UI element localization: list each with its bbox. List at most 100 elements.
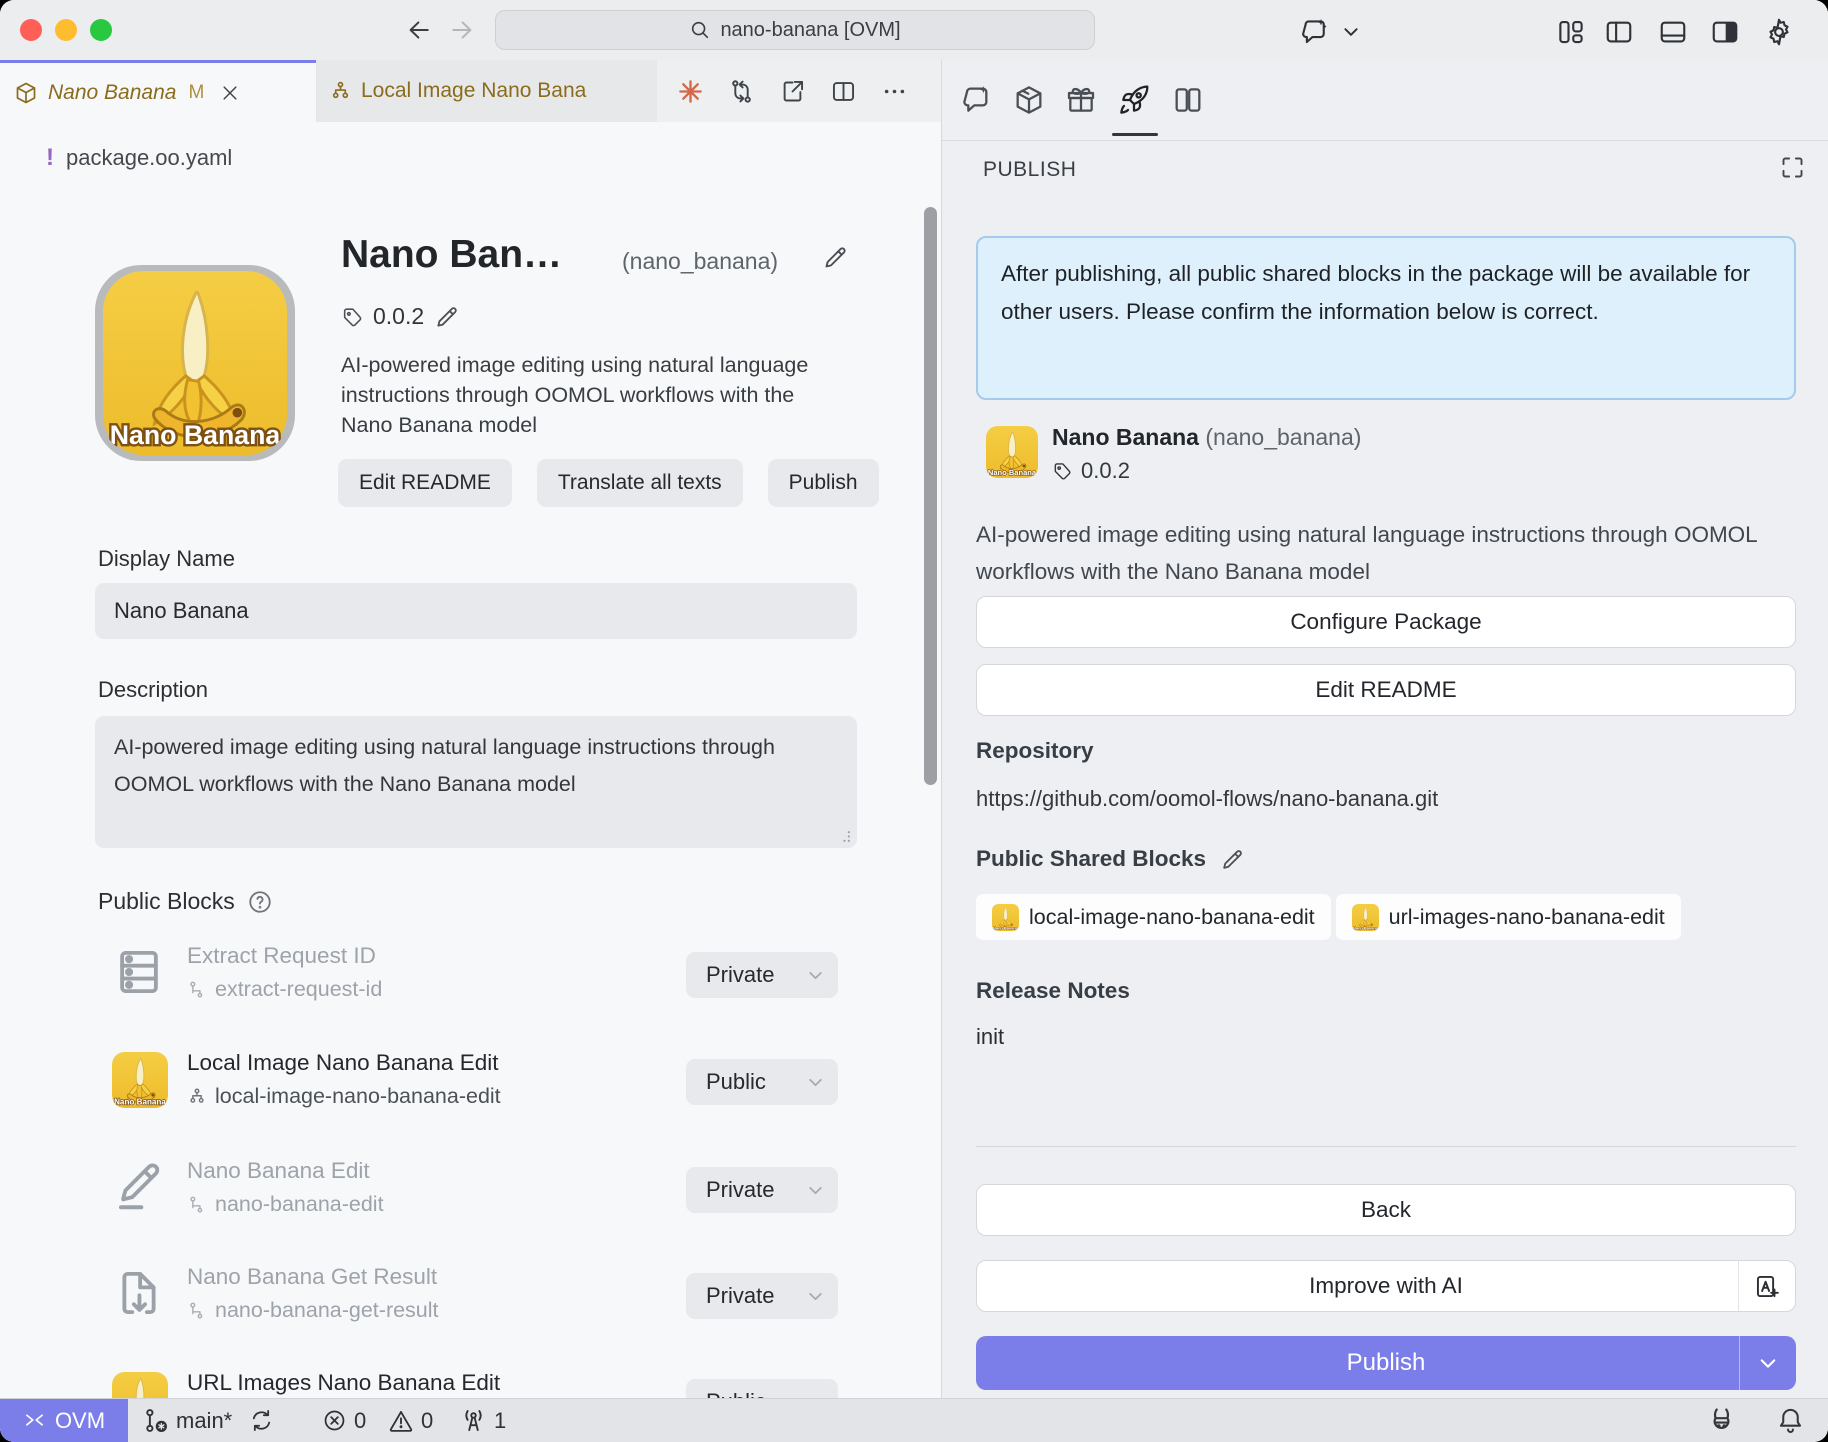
visibility-dropdown[interactable]: Private [686,1273,838,1319]
package-title: Nano Ban… [341,233,562,277]
forward-arrow-icon[interactable] [448,16,476,44]
shared-block-chip[interactable]: url-images-nano-banana-edit [1336,894,1681,940]
flow-icon [329,80,352,103]
divider [976,1146,1796,1147]
release-notes-value[interactable]: init [976,1024,1004,1050]
warning-triangle-icon [388,1408,414,1434]
search-value: nano-banana [OVM] [720,19,900,42]
publish-dropdown-chevron[interactable] [1739,1336,1796,1390]
improve-ai-icon[interactable] [1738,1261,1795,1311]
visibility-dropdown[interactable]: Private [686,1167,838,1213]
description-textarea[interactable]: AI-powered image editing using natural l… [95,716,857,848]
visibility-dropdown[interactable]: Private [686,952,838,998]
shared-block-chip[interactable]: local-image-nano-banana-edit [976,894,1331,940]
vertical-scrollbar[interactable] [924,207,937,785]
pencil-edit-icon [112,1160,168,1216]
block-row: Nano Banana Get Result nano-banana-get-r… [0,1266,941,1356]
improve-with-ai-button[interactable]: Improve with AI [976,1260,1796,1312]
titlebar: nano-banana [OVM] [0,0,1828,60]
ports-item[interactable]: 1 [460,1399,506,1442]
split-editor-icon[interactable] [830,78,857,105]
panel-title: PUBLISH [983,158,1076,182]
zoom-window-button[interactable] [90,19,112,41]
description-label: Description [98,677,208,703]
broadcast-tower-icon [460,1407,487,1434]
tag-icon [1052,461,1072,481]
flow-icon [187,1087,207,1107]
flow-icon [187,1195,207,1215]
chevron-down-icon [807,1076,824,1089]
edit-shared-blocks-icon[interactable] [1220,847,1245,872]
panel-bottom-icon[interactable] [1658,17,1688,47]
help-icon[interactable] [247,889,273,915]
package-version: 0.0.2 [1081,458,1130,484]
block-row: Local Image Nano Banana Edit local-image… [0,1052,941,1142]
breadcrumb[interactable]: ! package.oo.yaml [46,136,232,180]
release-notes-label: Release Notes [976,978,1130,1004]
package-editor-panel: ! package.oo.yaml Nano Ban… (nano_banana… [0,122,941,1398]
rocket-tab-icon[interactable] [1118,84,1150,116]
close-window-button[interactable] [20,19,42,41]
chevron-down-icon[interactable] [1342,25,1360,39]
branch-icon [142,1407,169,1434]
package-icon-small [986,426,1038,478]
git-branch-item[interactable]: main* [142,1399,274,1442]
package-actions: Edit README Translate all texts Publish [338,459,879,507]
layout-grid-icon[interactable] [1556,17,1586,47]
gift-tab-icon[interactable] [1065,84,1097,116]
expand-panel-icon[interactable] [1779,154,1806,181]
chevron-down-icon [807,1290,824,1303]
display-name-label: Display Name [98,546,235,572]
edit-name-icon[interactable] [822,244,849,271]
panel-right-filled-icon[interactable] [1710,17,1740,47]
more-ellipsis-icon[interactable] [881,78,908,105]
mascot-rabbit-icon[interactable] [1706,1399,1737,1442]
edit-readme-button[interactable]: Edit README [338,459,512,507]
translate-all-texts-button[interactable]: Translate all texts [537,459,743,507]
banana-app-icon [112,1052,168,1108]
columns-tab-icon[interactable] [1172,84,1204,116]
gear-icon[interactable] [1764,17,1794,47]
banana-app-icon [992,904,1019,931]
bell-icon[interactable] [1776,1399,1805,1442]
visibility-dropdown[interactable]: Public [686,1059,838,1105]
banana-app-icon [1352,904,1379,931]
search-input[interactable]: nano-banana [OVM] [495,10,1095,50]
publish-button-small[interactable]: Publish [768,459,879,507]
visibility-dropdown[interactable]: Public [686,1379,838,1398]
modified-marker: ! [46,144,54,172]
configure-package-button[interactable]: Configure Package [976,596,1796,648]
package-name-row: Nano Banana (nano_banana) [1052,424,1361,451]
package-description: AI-powered image editing using natural l… [976,516,1766,590]
errors-item[interactable]: 0 [322,1399,366,1442]
ai-chat-dropdown-icon[interactable] [1300,17,1330,47]
back-button[interactable]: Back [976,1184,1796,1236]
close-tab-icon[interactable] [220,83,240,103]
edit-readme-button[interactable]: Edit README [976,664,1796,716]
ai-burst-icon[interactable] [677,78,704,105]
app-window: nano-banana [OVM] [0,0,1828,1442]
active-tab-underline [1112,133,1158,136]
display-name-input[interactable]: Nano Banana [95,583,857,639]
shared-blocks-chips: local-image-nano-banana-edit url-images-… [976,894,1681,940]
swap-arrows-icon[interactable] [728,78,755,105]
publish-notice: After publishing, all public shared bloc… [976,236,1796,400]
ai-chat-tab-icon[interactable] [961,84,993,116]
remote-icon [23,1409,46,1432]
share-export-icon[interactable] [779,78,806,105]
panel-left-icon[interactable] [1604,17,1634,47]
ovm-remote-badge[interactable]: OVM [0,1399,128,1442]
tab-package-oo-yaml[interactable]: Nano Banana M [0,60,316,122]
publish-button[interactable]: Publish [976,1336,1796,1390]
flow-icon [187,1301,207,1321]
package-tab-icon[interactable] [1013,84,1045,116]
warnings-item[interactable]: 0 [388,1399,433,1442]
file-download-icon [112,1266,168,1322]
edit-version-icon[interactable] [434,304,460,330]
minimize-window-button[interactable] [55,19,77,41]
tab-local-image-nano-banana[interactable]: Local Image Nano Bana [317,60,681,122]
back-arrow-icon[interactable] [405,16,433,44]
resize-grip-icon[interactable] [838,830,851,843]
tab-label: Nano Banana [48,81,176,105]
tab-bar: Nano Banana M Local Image Nano Bana [0,60,941,122]
